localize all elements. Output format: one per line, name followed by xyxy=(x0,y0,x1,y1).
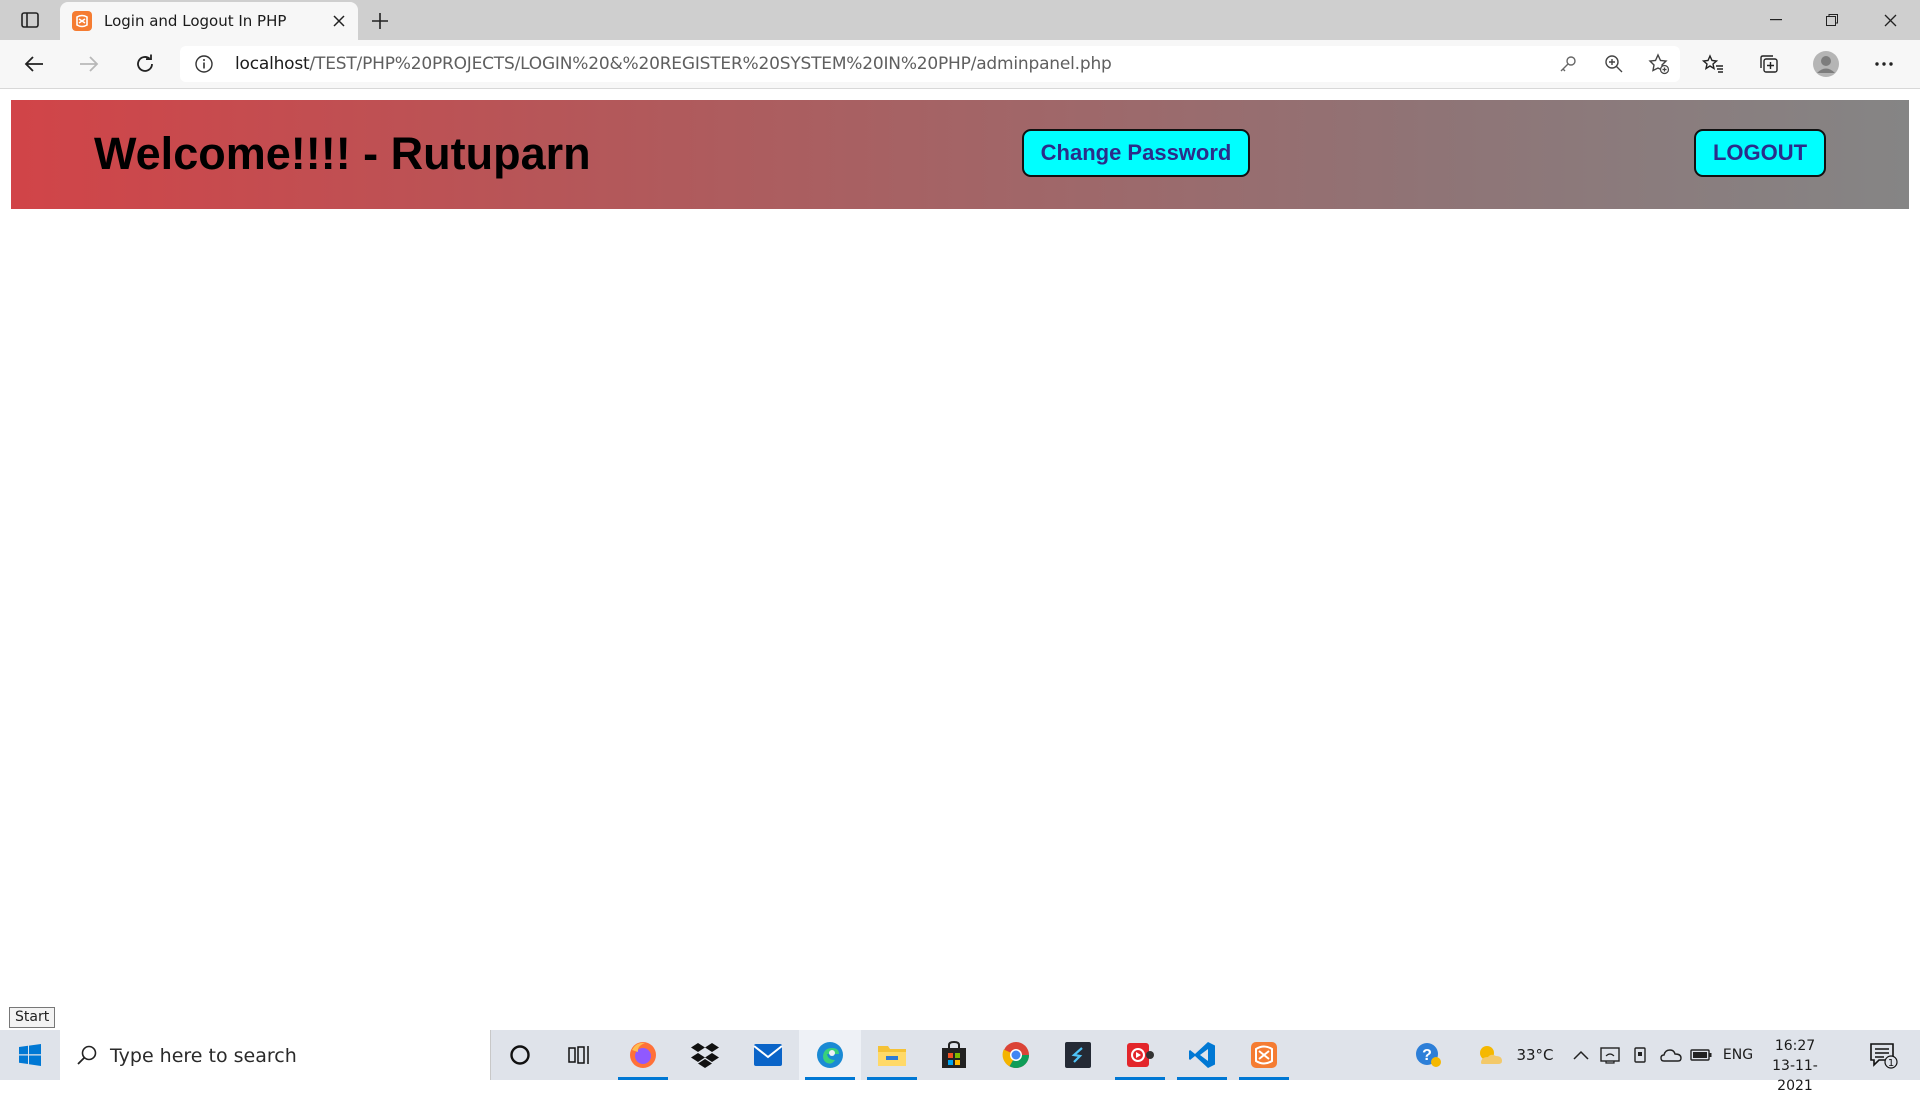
minimize-icon[interactable] xyxy=(1748,0,1804,40)
cortana-icon[interactable] xyxy=(489,1030,551,1080)
vscode-icon[interactable] xyxy=(1171,1030,1233,1080)
back-arrow-icon[interactable] xyxy=(18,48,50,80)
site-info-icon[interactable] xyxy=(194,54,214,74)
help-icon[interactable]: ? xyxy=(1410,1030,1448,1080)
restore-icon[interactable] xyxy=(1804,0,1860,40)
svg-text:?: ? xyxy=(1422,1047,1432,1064)
password-key-icon[interactable] xyxy=(1552,48,1584,80)
xampp-icon[interactable] xyxy=(1233,1030,1295,1080)
refresh-icon[interactable] xyxy=(129,48,161,80)
windows-start-icon[interactable] xyxy=(0,1030,60,1080)
wifi-display-icon[interactable] xyxy=(1598,1030,1622,1080)
new-tab-icon[interactable] xyxy=(366,7,394,35)
start-tooltip: Start xyxy=(9,1007,56,1028)
clock[interactable]: 16:27 13-11-2021 xyxy=(1760,1036,1830,1096)
search-placeholder: Type here to search xyxy=(110,1045,297,1067)
tab-actions-menu-icon[interactable] xyxy=(18,8,42,32)
url-text: localhost/TEST/PHP%20PROJECTS/LOGIN%20&%… xyxy=(235,54,1112,74)
address-bar[interactable]: localhost/TEST/PHP%20PROJECTS/LOGIN%20&%… xyxy=(180,46,1680,82)
dropbox-icon[interactable] xyxy=(674,1030,736,1080)
browser-tab-active[interactable]: Login and Logout In PHP xyxy=(60,2,358,40)
chrome-icon[interactable] xyxy=(985,1030,1047,1080)
edge-icon[interactable] xyxy=(799,1030,861,1080)
zoom-icon[interactable] xyxy=(1598,48,1630,80)
battery-icon[interactable] xyxy=(1688,1030,1714,1080)
media-player-icon[interactable] xyxy=(1109,1030,1171,1080)
xampp-favicon-icon xyxy=(72,11,92,31)
tab-close-icon[interactable] xyxy=(326,8,352,34)
clock-date: 13-11-2021 xyxy=(1772,1058,1818,1094)
sublime-text-icon[interactable] xyxy=(1047,1030,1109,1080)
search-icon xyxy=(76,1044,98,1066)
browser-tab-strip: Login and Logout In PHP xyxy=(0,0,1920,40)
weather-temperature[interactable]: 33°C xyxy=(1510,1030,1560,1080)
url-path: /TEST/PHP%20PROJECTS/LOGIN%20&%20REGISTE… xyxy=(309,54,1112,74)
device-icon[interactable] xyxy=(1628,1030,1652,1080)
onedrive-cloud-icon[interactable] xyxy=(1658,1030,1684,1080)
tab-title: Login and Logout In PHP xyxy=(104,12,287,30)
mail-icon[interactable] xyxy=(737,1030,799,1080)
profile-avatar-icon[interactable] xyxy=(1810,48,1842,80)
language-indicator[interactable]: ENG xyxy=(1720,1030,1756,1080)
firefox-icon[interactable] xyxy=(612,1030,674,1080)
settings-more-icon[interactable] xyxy=(1868,48,1900,80)
file-explorer-icon[interactable] xyxy=(861,1030,923,1080)
favorites-icon[interactable] xyxy=(1697,48,1729,80)
windows-taskbar: Type here to search ? 33°C ENG 16:27 13-… xyxy=(0,1030,1920,1094)
change-password-button[interactable]: Change Password xyxy=(1022,129,1250,177)
collections-icon[interactable] xyxy=(1753,48,1785,80)
forward-arrow-icon[interactable] xyxy=(73,48,105,80)
taskbar-search-box[interactable]: Type here to search xyxy=(60,1030,491,1080)
clock-time: 16:27 xyxy=(1774,1038,1816,1054)
show-hidden-icons-chevron-icon[interactable] xyxy=(1570,1030,1592,1080)
add-favorite-icon[interactable] xyxy=(1643,48,1675,80)
weather-icon[interactable] xyxy=(1472,1030,1508,1080)
notifications-icon[interactable]: 1 xyxy=(1864,1030,1904,1080)
logout-button[interactable]: LOGOUT xyxy=(1694,129,1826,177)
notification-count: 1 xyxy=(1888,1058,1894,1069)
store-icon[interactable] xyxy=(923,1030,985,1080)
welcome-heading: Welcome!!!! - Rutuparn xyxy=(94,128,591,179)
task-view-icon[interactable] xyxy=(549,1030,611,1080)
browser-toolbar: localhost/TEST/PHP%20PROJECTS/LOGIN%20&%… xyxy=(0,40,1920,89)
url-host: localhost xyxy=(235,54,310,74)
close-window-icon[interactable] xyxy=(1862,0,1918,40)
admin-panel-header: Welcome!!!! - Rutuparn Change Password L… xyxy=(11,100,1909,209)
